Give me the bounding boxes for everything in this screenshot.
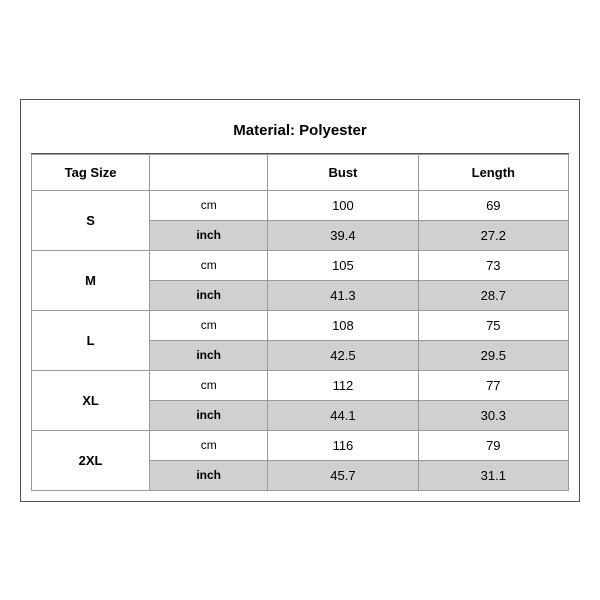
length-inch: 27.2 bbox=[418, 220, 568, 250]
unit-inch: inch bbox=[150, 340, 268, 370]
bust-inch: 42.5 bbox=[268, 340, 418, 370]
length-cm: 69 bbox=[418, 190, 568, 220]
bust-inch: 45.7 bbox=[268, 460, 418, 490]
chart-title: Material: Polyester bbox=[31, 110, 569, 154]
bust-inch: 41.3 bbox=[268, 280, 418, 310]
bust-cm: 116 bbox=[268, 430, 418, 460]
size-label: XL bbox=[32, 370, 150, 430]
unit-cm: cm bbox=[150, 190, 268, 220]
length-inch: 29.5 bbox=[418, 340, 568, 370]
header-bust: Bust bbox=[268, 154, 418, 190]
unit-cm: cm bbox=[150, 370, 268, 400]
table-row: Lcm10875 bbox=[32, 310, 569, 340]
bust-cm: 105 bbox=[268, 250, 418, 280]
unit-cm: cm bbox=[150, 250, 268, 280]
unit-cm: cm bbox=[150, 310, 268, 340]
header-tag-size: Tag Size bbox=[32, 154, 150, 190]
table-row: XLcm11277 bbox=[32, 370, 569, 400]
bust-cm: 100 bbox=[268, 190, 418, 220]
size-label: L bbox=[32, 310, 150, 370]
table-row: Scm10069 bbox=[32, 190, 569, 220]
bust-inch: 39.4 bbox=[268, 220, 418, 250]
unit-inch: inch bbox=[150, 400, 268, 430]
header-unit bbox=[150, 154, 268, 190]
size-label: 2XL bbox=[32, 430, 150, 490]
unit-inch: inch bbox=[150, 280, 268, 310]
size-chart-container: Material: Polyester Tag Size Bust Length… bbox=[20, 99, 580, 502]
unit-inch: inch bbox=[150, 460, 268, 490]
bust-cm: 112 bbox=[268, 370, 418, 400]
size-table: Tag Size Bust Length Scm10069inch39.427.… bbox=[31, 154, 569, 491]
length-inch: 28.7 bbox=[418, 280, 568, 310]
table-row: Mcm10573 bbox=[32, 250, 569, 280]
size-label: M bbox=[32, 250, 150, 310]
length-inch: 30.3 bbox=[418, 400, 568, 430]
length-inch: 31.1 bbox=[418, 460, 568, 490]
bust-inch: 44.1 bbox=[268, 400, 418, 430]
length-cm: 77 bbox=[418, 370, 568, 400]
length-cm: 73 bbox=[418, 250, 568, 280]
bust-cm: 108 bbox=[268, 310, 418, 340]
length-cm: 79 bbox=[418, 430, 568, 460]
size-label: S bbox=[32, 190, 150, 250]
unit-cm: cm bbox=[150, 430, 268, 460]
table-row: 2XLcm11679 bbox=[32, 430, 569, 460]
unit-inch: inch bbox=[150, 220, 268, 250]
header-length: Length bbox=[418, 154, 568, 190]
length-cm: 75 bbox=[418, 310, 568, 340]
